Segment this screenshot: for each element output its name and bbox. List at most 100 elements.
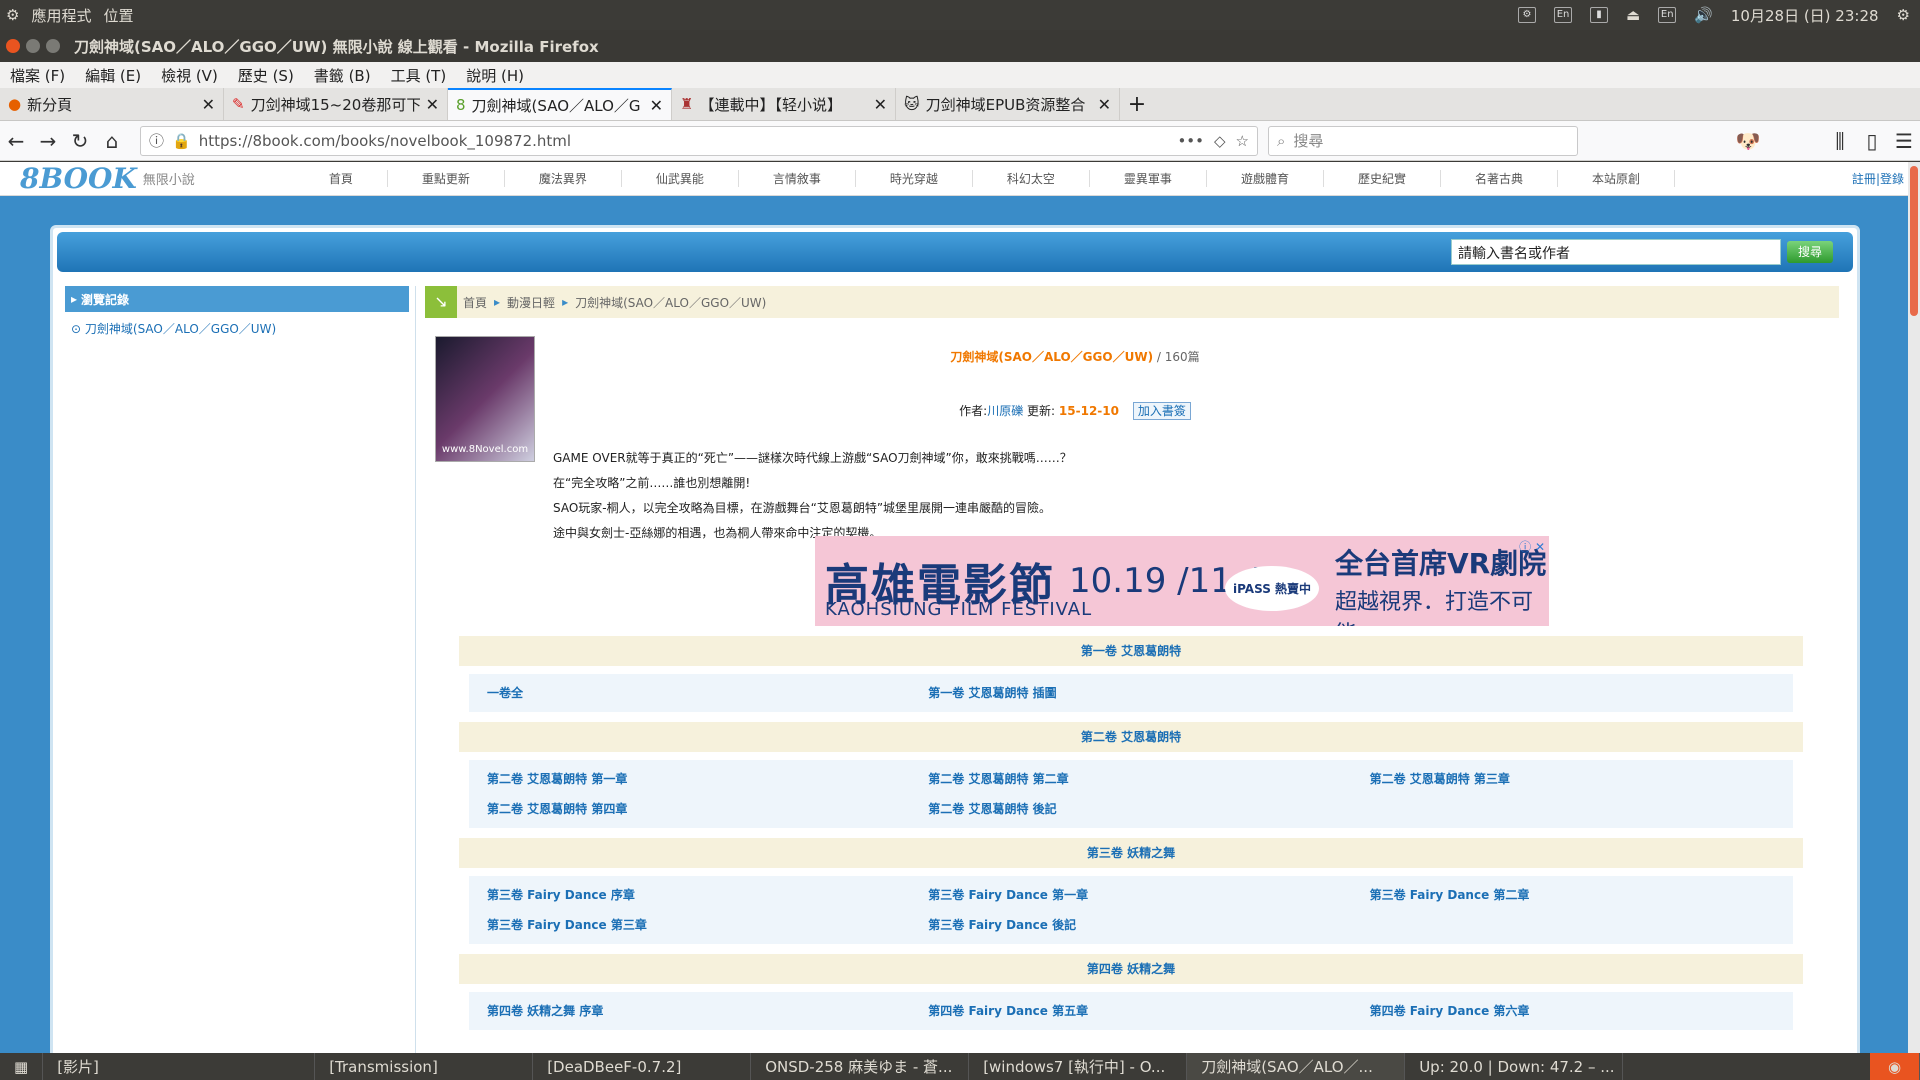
page-actions-icon[interactable]: ••• — [1177, 132, 1204, 150]
site-nav-classics[interactable]: 名著古典 — [1441, 170, 1558, 187]
close-tab-icon[interactable]: ✕ — [650, 96, 663, 115]
breadcrumb-book[interactable]: 刀劍神域(SAO／ALO／GGO／UW) — [575, 294, 766, 311]
window-icon[interactable]: ▮ — [1590, 7, 1609, 23]
ad-close-icon[interactable]: ⓘ ✕ — [1519, 538, 1545, 555]
sidebar-icon[interactable]: ▯ — [1856, 129, 1888, 153]
close-tab-icon[interactable]: ✕ — [426, 95, 439, 114]
volume-heading[interactable]: 第四卷 妖精之舞 — [459, 954, 1803, 984]
breadcrumb-home[interactable]: 首頁 — [463, 294, 487, 311]
browser-search-bar[interactable]: ⌕ 搜尋 — [1268, 125, 1578, 156]
hamburger-menu-icon[interactable]: ☰ — [1888, 129, 1920, 153]
apps-menu-icon[interactable]: ⚙ — [6, 6, 19, 24]
volume-heading[interactable]: 第三卷 妖精之舞 — [459, 838, 1803, 868]
firefox-launcher-icon[interactable]: ◉ — [1870, 1053, 1920, 1080]
url-bar[interactable]: ⓘ 🔒 https://8book.com/books/novelbook_10… — [140, 125, 1258, 156]
url-text[interactable]: https://8book.com/books/novelbook_109872… — [199, 132, 571, 150]
site-search-button[interactable]: 搜尋 — [1787, 241, 1833, 263]
chapter-link[interactable]: 第一卷 艾恩葛朗特 插圖 — [910, 678, 1351, 708]
site-search-input[interactable]: 請輸入書名或作者 — [1451, 239, 1781, 265]
new-tab-button[interactable]: + — [1120, 88, 1154, 120]
scrollbar-thumb[interactable] — [1910, 166, 1918, 316]
site-nav-original[interactable]: 本站原創 — [1558, 170, 1675, 187]
tab-sao-forum[interactable]: ✎ 刀剑神域15~20卷那可下 ✕ — [224, 88, 448, 120]
tab-light-novel[interactable]: ♜ 【連載中】【轻小说】 ✕ — [672, 88, 896, 120]
site-nav-history[interactable]: 歷史紀實 — [1324, 170, 1441, 187]
chapter-link[interactable]: 第三卷 Fairy Dance 後記 — [910, 910, 1351, 940]
ad-banner[interactable]: 高雄電影節 10.19 /11.4 KAOHSIUNG FILM FESTIVA… — [815, 536, 1549, 626]
task-firefox[interactable]: 刀劍神域(SAO／ALO／... — [1187, 1053, 1406, 1080]
chapter-link[interactable]: 第二卷 艾恩葛朗特 後記 — [910, 794, 1351, 824]
menu-help[interactable]: 說明 (H) — [456, 65, 534, 86]
places-menu[interactable]: 位置 — [103, 5, 133, 26]
volume-heading[interactable]: 第二卷 艾恩葛朗特 — [459, 722, 1803, 752]
close-window-icon[interactable] — [6, 39, 20, 53]
chapter-link[interactable]: 第四卷 妖精之舞 序章 — [469, 996, 910, 1026]
login-link[interactable]: 登錄 — [1880, 172, 1904, 186]
menu-view[interactable]: 檢視 (V) — [151, 65, 228, 86]
info-icon[interactable]: ⓘ — [149, 130, 164, 151]
menu-tools[interactable]: 工具 (T) — [381, 65, 457, 86]
add-bookmark-button[interactable]: 加入書簽 — [1132, 402, 1191, 420]
close-tab-icon[interactable]: ✕ — [874, 95, 887, 114]
task-transmission[interactable]: [Transmission] — [315, 1053, 534, 1080]
menu-edit[interactable]: 編輯 (E) — [75, 65, 151, 86]
tab-new-page[interactable]: ● 新分頁 ✕ — [0, 88, 224, 120]
minimize-window-icon[interactable] — [26, 39, 40, 53]
maximize-window-icon[interactable] — [46, 39, 60, 53]
settings-gear-icon[interactable]: ⚙ — [1897, 6, 1910, 24]
site-nav-timetravel[interactable]: 時光穿越 — [856, 170, 973, 187]
back-arrow-icon[interactable]: ← — [0, 129, 32, 153]
task-deadbeef[interactable]: [DeaDBeeF-0.7.2] — [533, 1053, 752, 1080]
site-nav-fantasy[interactable]: 魔法異界 — [505, 170, 622, 187]
pocket-icon[interactable]: ◇ — [1214, 132, 1226, 150]
author-link[interactable]: 川原礫 — [987, 404, 1023, 418]
tab-sao-8book[interactable]: 8 刀劍神域(SAO／ALO／G ✕ — [448, 88, 672, 120]
site-nav-supernatural[interactable]: 靈異軍事 — [1090, 170, 1207, 187]
site-nav-romance[interactable]: 言情敘事 — [739, 170, 856, 187]
library-icon[interactable]: ⫼ — [1824, 129, 1856, 153]
show-desktop-icon[interactable]: ▦ — [0, 1053, 44, 1080]
network-icon[interactable]: ⚙ — [1518, 7, 1537, 23]
site-logo[interactable]: 8BOOK — [20, 162, 137, 195]
clock[interactable]: 10月28日 (日) 23:28 — [1731, 5, 1879, 26]
menu-history[interactable]: 歷史 (S) — [228, 65, 304, 86]
reload-icon[interactable]: ↻ — [64, 129, 96, 153]
site-nav-scifi[interactable]: 科幻太空 — [973, 170, 1090, 187]
site-nav-gaming[interactable]: 遊戲體育 — [1207, 170, 1324, 187]
page-scrollbar[interactable] — [1908, 162, 1920, 1053]
task-videos[interactable]: [影片] — [43, 1053, 316, 1080]
browser-search-placeholder[interactable]: 搜尋 — [1293, 130, 1323, 151]
task-video-file[interactable]: ONSD-258 麻美ゆま - 蒼... — [751, 1053, 970, 1080]
site-nav-updates[interactable]: 重點更新 — [388, 170, 505, 187]
site-nav-martial[interactable]: 仙武異能 — [622, 170, 739, 187]
forward-arrow-icon[interactable]: → — [32, 129, 64, 153]
chapter-link[interactable]: 第三卷 Fairy Dance 第二章 — [1352, 880, 1793, 910]
menu-file[interactable]: 檔案 (F) — [0, 65, 75, 86]
bookmark-star-icon[interactable]: ☆ — [1236, 132, 1249, 150]
apps-menu[interactable]: 應用程式 — [31, 5, 91, 26]
menu-bookmarks[interactable]: 書籤 (B) — [304, 65, 381, 86]
task-transmission-speed[interactable]: Up: 20.0 | Down: 47.2 – ... — [1405, 1053, 1624, 1080]
home-icon[interactable]: ⌂ — [96, 129, 128, 153]
chapter-link[interactable]: 第四卷 Fairy Dance 第六章 — [1352, 996, 1793, 1026]
close-tab-icon[interactable]: ✕ — [1098, 95, 1111, 114]
lock-icon[interactable]: 🔒 — [172, 132, 191, 150]
history-item[interactable]: ⊙ 刀劍神域(SAO／ALO／GGO／UW) — [65, 312, 409, 345]
tab-epub-resources[interactable]: 🐱 刀剑神域EPUB资源整合 ✕ — [896, 88, 1120, 120]
chapter-link[interactable]: 第三卷 Fairy Dance 序章 — [469, 880, 910, 910]
chapter-link[interactable]: 第三卷 Fairy Dance 第一章 — [910, 880, 1351, 910]
keyboard-icon[interactable]: En — [1554, 7, 1573, 23]
breadcrumb-category[interactable]: 動漫日輕 — [507, 294, 555, 311]
chapter-link[interactable]: 第二卷 艾恩葛朗特 第三章 — [1352, 764, 1793, 794]
chapter-link[interactable]: 第四卷 Fairy Dance 第五章 — [910, 996, 1351, 1026]
register-link[interactable]: 註冊 — [1852, 172, 1876, 186]
task-virtualbox[interactable]: [windows7 [執行中] - O... — [969, 1053, 1188, 1080]
chapter-link[interactable]: 第二卷 艾恩葛朗特 第一章 — [469, 764, 910, 794]
volume-heading[interactable]: 第一卷 艾恩葛朗特 — [459, 636, 1803, 666]
chapter-link[interactable]: 第三卷 Fairy Dance 第三章 — [469, 910, 910, 940]
upload-icon[interactable]: ⏏ — [1626, 6, 1640, 24]
volume-icon[interactable]: 🔊 — [1694, 6, 1713, 24]
site-nav-home[interactable]: 首頁 — [295, 170, 388, 187]
chapter-link[interactable]: 一卷全 — [469, 678, 910, 708]
chapter-link[interactable]: 第二卷 艾恩葛朗特 第四章 — [469, 794, 910, 824]
